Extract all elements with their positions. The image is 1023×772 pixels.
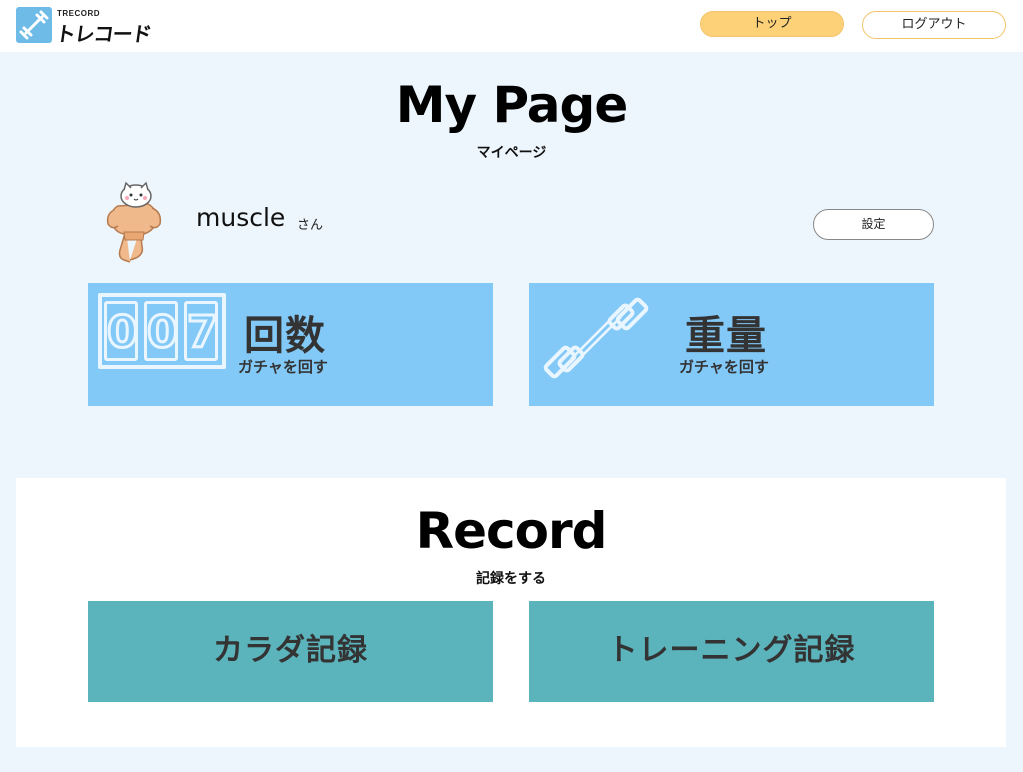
page-title: My Page [395, 76, 629, 134]
counter-digit: 0 [104, 301, 139, 361]
logout-button[interactable]: ログアウト [862, 11, 1006, 39]
counter-icon: 0 0 7 [98, 293, 226, 369]
count-card-subtitle: ガチャを回す [238, 358, 328, 376]
body-record-button[interactable]: カラダ記録 [88, 601, 493, 702]
record-section: Record 記録をする カラダ記録 トレーニング記録 [16, 478, 1006, 747]
counter-digit: 7 [184, 301, 219, 361]
training-record-button[interactable]: トレーニング記録 [529, 601, 934, 702]
weight-gacha-card[interactable]: 重量 ガチャを回す [529, 283, 934, 406]
settings-button[interactable]: 設定 [813, 209, 934, 240]
page-subtitle: マイページ [476, 145, 547, 161]
weight-card-subtitle: ガチャを回す [679, 358, 769, 376]
site-header: TRECORD トレコード トップ ログアウト [0, 0, 1023, 52]
record-title: Record [415, 502, 608, 560]
nav-top-button[interactable]: トップ [700, 11, 844, 37]
site-logo[interactable]: TRECORD トレコード [16, 7, 196, 46]
count-card-title: 回数 [244, 313, 326, 359]
dumbbell-logo-icon [16, 7, 52, 43]
honorific: さん [297, 218, 324, 233]
weight-card-title: 重量 [685, 313, 767, 359]
logo-text: トレコード [54, 22, 153, 46]
count-gacha-card[interactable]: 0 0 7 回数 ガチャを回す [88, 283, 493, 406]
avatar [104, 180, 164, 266]
record-subtitle: 記録をする [476, 571, 546, 587]
barbell-icon [543, 285, 649, 391]
counter-digit: 0 [144, 301, 179, 361]
username: muscle [196, 203, 286, 232]
logo-subtext: TRECORD [57, 9, 101, 18]
